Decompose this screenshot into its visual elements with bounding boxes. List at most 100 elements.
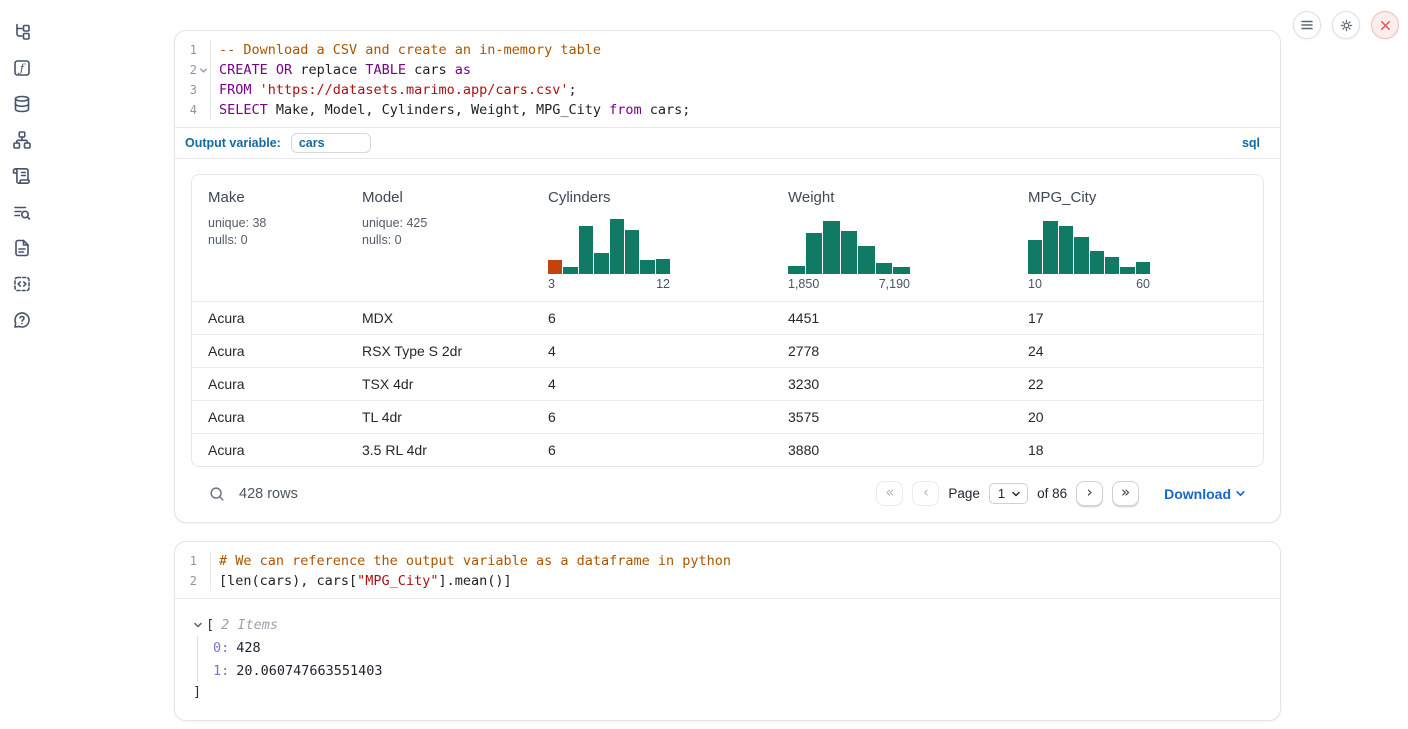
search-list-icon[interactable] — [12, 202, 32, 222]
histogram-bar — [656, 259, 670, 274]
unique-stat: unique: 38 — [208, 215, 330, 232]
output-variable-bar: Output variable: sql — [175, 127, 1280, 159]
cylinders-histogram: 3 12 — [548, 219, 670, 291]
output-variable-label: Output variable: — [185, 136, 281, 150]
sql-cell: 1-- Download a CSV and create an in-memo… — [174, 30, 1281, 523]
variables-icon[interactable]: ƒ — [12, 58, 32, 78]
table-cell: 18 — [1012, 434, 1263, 466]
shutdown-button[interactable] — [1371, 11, 1399, 39]
hist-min-label: 10 — [1028, 277, 1042, 291]
mpg-city-histogram: 10 60 — [1028, 219, 1150, 291]
hist-max-label: 12 — [656, 277, 670, 291]
page-select[interactable]: 1 — [989, 483, 1028, 504]
dependency-graph-icon[interactable] — [12, 130, 32, 150]
table-cell: 2778 — [772, 335, 1012, 367]
table-row[interactable]: AcuraTL 4dr6357520 — [192, 400, 1263, 433]
table-row[interactable]: AcuraTSX 4dr4323022 — [192, 367, 1263, 400]
table-row[interactable]: Acura3.5 RL 4dr6388018 — [192, 433, 1263, 466]
row-count: 428 rows — [239, 486, 298, 502]
svg-text:ƒ: ƒ — [17, 61, 26, 75]
code-line: 2[len(cars), cars["MPG_City"].mean()] — [175, 571, 1280, 591]
column-title: Make — [208, 189, 330, 206]
line-number: 2 — [175, 60, 211, 80]
snippets-icon[interactable] — [12, 274, 32, 294]
settings-button[interactable] — [1332, 11, 1360, 39]
column-header-make[interactable]: Make unique: 38 nulls: 0 — [192, 175, 346, 301]
column-header-weight[interactable]: Weight 1,850 7,190 — [772, 175, 1012, 301]
histogram-bar — [1120, 267, 1134, 274]
python-editor[interactable]: 1# We can reference the output variable … — [175, 542, 1280, 599]
tree-entry: 1: 20.060747663551403 — [213, 659, 1264, 682]
histogram-bar — [563, 267, 577, 274]
page-total-label: of 86 — [1037, 486, 1067, 501]
sql-editor[interactable]: 1-- Download a CSV and create an in-memo… — [175, 31, 1280, 127]
column-title: Model — [362, 189, 516, 206]
close-icon — [1379, 19, 1392, 32]
tree-entry-key: 1: — [213, 663, 229, 679]
table-output: Make unique: 38 nulls: 0 Model unique: 4… — [175, 159, 1280, 522]
items-count-label: 2 Items — [221, 617, 278, 633]
pagination: « ‹ Page 1 of 86 › » Download — [876, 481, 1246, 506]
table-cell: TSX 4dr — [346, 368, 532, 400]
table-cell: 3575 — [772, 401, 1012, 433]
prev-page-button[interactable]: ‹ — [912, 481, 939, 506]
language-badge: sql — [1242, 136, 1260, 150]
column-header-cylinders[interactable]: Cylinders 3 12 — [532, 175, 772, 301]
column-stats: unique: 425 nulls: 0 — [362, 215, 516, 248]
tree-entry-value: 20.060747663551403 — [236, 663, 382, 679]
histogram-bar — [548, 260, 562, 274]
tree-body: 0: 428 1: 20.060747663551403 — [197, 636, 1264, 682]
table-cell: 3880 — [772, 434, 1012, 466]
documentation-icon[interactable] — [12, 238, 32, 258]
page-select-value: 1 — [998, 486, 1005, 501]
python-cell: 1# We can reference the output variable … — [174, 541, 1281, 721]
output-variable-input[interactable] — [291, 133, 371, 153]
table-footer: 428 rows « ‹ Page 1 of 86 › » Dow — [191, 467, 1264, 522]
menu-button[interactable] — [1293, 11, 1321, 39]
download-button[interactable]: Download — [1164, 486, 1246, 502]
table-cell: 4 — [532, 335, 772, 367]
help-icon[interactable] — [12, 310, 32, 330]
histogram-bar — [1043, 221, 1057, 274]
histogram-bar — [579, 226, 593, 274]
table-cell: 4 — [532, 368, 772, 400]
datasources-icon[interactable] — [12, 94, 32, 114]
table-cell: 24 — [1012, 335, 1263, 367]
code-line: 3FROM 'https://datasets.marimo.app/cars.… — [175, 80, 1280, 100]
table-row[interactable]: AcuraRSX Type S 2dr4277824 — [192, 334, 1263, 367]
table-cell: 17 — [1012, 302, 1263, 334]
python-output: [ 2 Items 0:4281:20.060747663551403 ] — [175, 599, 1280, 720]
line-number: 1 — [175, 40, 211, 60]
histogram-bar — [1136, 262, 1150, 274]
table-row[interactable]: AcuraMDX6445117 — [192, 301, 1263, 334]
hist-min-label: 3 — [548, 277, 555, 291]
histogram-bar — [1074, 237, 1088, 274]
histogram-bar — [1090, 251, 1104, 274]
table-cell: Acura — [192, 368, 346, 400]
hamburger-icon — [1300, 18, 1314, 32]
weight-histogram: 1,850 7,190 — [788, 219, 910, 291]
table-cell: 4451 — [772, 302, 1012, 334]
column-header-mpg-city[interactable]: MPG_City 10 60 — [1012, 175, 1263, 301]
file-explorer-icon[interactable] — [12, 22, 32, 42]
table-cell: MDX — [346, 302, 532, 334]
search-icon[interactable] — [208, 485, 226, 503]
column-title: MPG_City — [1028, 189, 1247, 206]
next-page-button[interactable]: › — [1076, 481, 1103, 506]
line-number: 4 — [175, 100, 211, 120]
logs-scroll-icon[interactable] — [12, 166, 32, 186]
table-cell: 20 — [1012, 401, 1263, 433]
chevron-down-icon — [1011, 489, 1021, 499]
first-page-button[interactable]: « — [876, 481, 903, 506]
table-body: AcuraMDX6445117AcuraRSX Type S 2dr427782… — [192, 301, 1263, 466]
column-header-model[interactable]: Model unique: 425 nulls: 0 — [346, 175, 532, 301]
last-page-button[interactable]: » — [1112, 481, 1139, 506]
fold-chevron-icon[interactable] — [197, 66, 210, 75]
column-stats: unique: 38 nulls: 0 — [208, 215, 330, 248]
tree-entry-key: 0: — [213, 640, 229, 656]
code-line: 4SELECT Make, Model, Cylinders, Weight, … — [175, 100, 1280, 120]
column-title: Cylinders — [548, 189, 756, 206]
histogram-bar — [858, 246, 875, 274]
collapse-toggle-icon[interactable] — [193, 620, 206, 630]
tree-entry-value: 428 — [236, 640, 260, 656]
